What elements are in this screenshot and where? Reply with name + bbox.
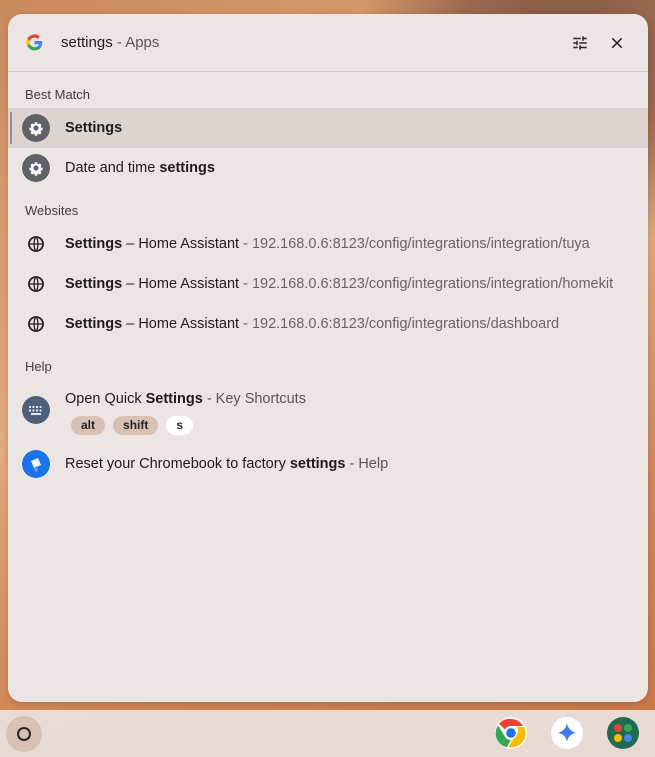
key-shift: shift	[113, 416, 159, 435]
search-query[interactable]: settings	[61, 34, 113, 51]
shelf	[0, 710, 655, 757]
result-settings-label: Settings	[65, 120, 123, 136]
section-best-match: Best Match	[25, 87, 91, 102]
result-website-label: Settings – Home Assistant - 192.168.0.6:…	[65, 316, 559, 332]
result-date-time-label: Date and time settings	[65, 160, 215, 176]
tips-icon	[22, 450, 50, 478]
globe-icon	[28, 276, 44, 292]
result-match: settings	[289, 456, 346, 472]
result-category: - Help	[345, 456, 389, 472]
gemini-icon[interactable]	[550, 716, 584, 750]
gear-icon	[22, 154, 50, 182]
result-text: Date and time	[65, 160, 160, 176]
keyboard-icon	[22, 396, 50, 424]
result-dash: -	[239, 276, 252, 292]
result-dash: -	[239, 316, 252, 332]
gear-icon	[22, 114, 50, 142]
result-title: Settings	[65, 276, 123, 292]
result-text: Open Quick	[65, 391, 146, 407]
result-title: Settings	[65, 316, 123, 332]
shortcut-keys: alt shift s	[71, 416, 194, 435]
result-website-label: Settings – Home Assistant - 192.168.0.6:…	[65, 276, 613, 292]
app-launcher: settings - Apps Best Match Settings Date…	[8, 14, 648, 702]
result-dash: -	[239, 236, 252, 252]
result-website-dashboard[interactable]: Settings – Home Assistant - 192.168.0.6:…	[8, 304, 648, 344]
search-input[interactable]: settings - Apps	[61, 34, 159, 51]
result-url: 192.168.0.6:8123/config/integrations/int…	[251, 236, 590, 252]
launcher-button[interactable]	[6, 716, 42, 752]
result-site: – Home Assistant	[122, 236, 240, 252]
globe-icon	[28, 236, 44, 252]
search-bar[interactable]: settings - Apps	[8, 14, 648, 72]
result-url: 192.168.0.6:8123/config/integrations/int…	[251, 276, 614, 292]
key-alt: alt	[71, 416, 106, 435]
result-text: Reset your Chromebook to factory	[65, 456, 290, 472]
result-category: - Key Shortcuts	[202, 391, 306, 407]
result-reset-label: Reset your Chromebook to factory setting…	[65, 456, 388, 472]
result-match: Settings	[145, 391, 203, 407]
key-s: s	[166, 416, 194, 435]
google-g-icon	[26, 34, 43, 51]
result-reset-chromebook[interactable]: Reset your Chromebook to factory setting…	[8, 444, 648, 484]
result-settings-app[interactable]: Settings	[8, 108, 648, 148]
globe-icon	[28, 316, 44, 332]
section-websites: Websites	[25, 203, 79, 218]
section-help: Help	[25, 359, 52, 374]
result-website-tuya[interactable]: Settings – Home Assistant - 192.168.0.6:…	[8, 224, 648, 264]
result-title: Settings	[65, 236, 123, 252]
result-website-label: Settings – Home Assistant - 192.168.0.6:…	[65, 236, 590, 252]
result-match: settings	[159, 160, 215, 176]
close-icon[interactable]	[608, 34, 626, 52]
result-site: – Home Assistant	[122, 276, 240, 292]
result-website-homekit[interactable]: Settings – Home Assistant - 192.168.0.6:…	[8, 264, 648, 304]
tune-icon[interactable]	[571, 34, 589, 52]
chrome-icon[interactable]	[494, 716, 528, 750]
result-date-time-settings[interactable]: Date and time settings	[8, 148, 648, 188]
apps-icon[interactable]	[606, 716, 640, 750]
result-quick-settings-label: Open Quick Settings - Key Shortcuts	[65, 391, 306, 407]
search-category: - Apps	[112, 34, 160, 51]
result-url: 192.168.0.6:8123/config/integrations/das…	[251, 316, 560, 332]
result-site: – Home Assistant	[122, 316, 240, 332]
